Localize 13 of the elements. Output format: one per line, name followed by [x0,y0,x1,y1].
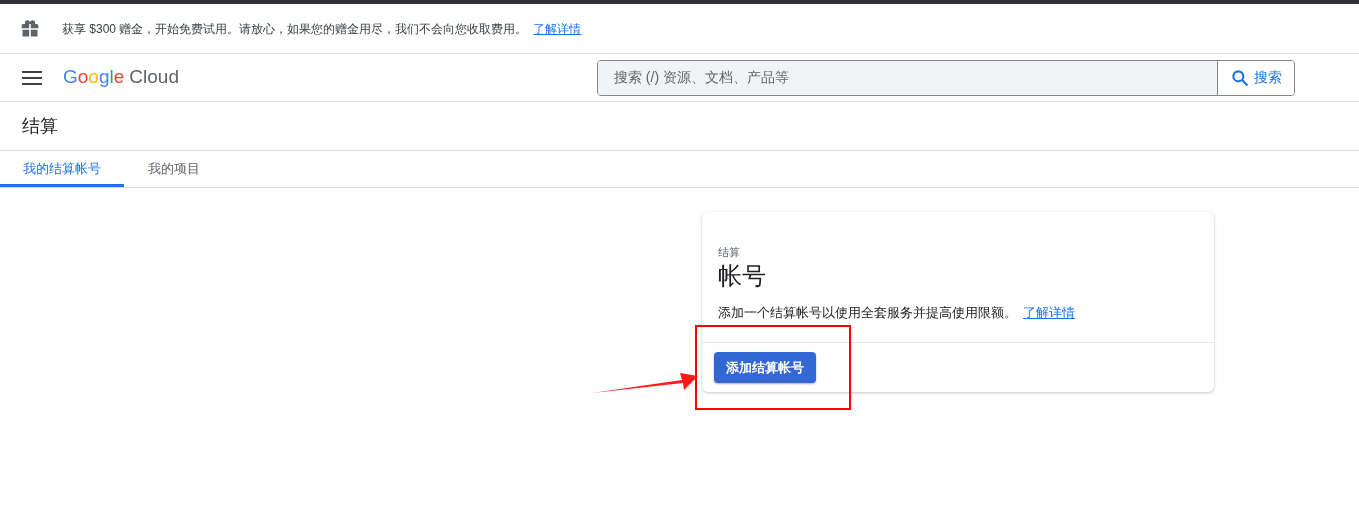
card-overline: 结算 [718,245,741,260]
gift-icon [20,18,40,39]
page-title: 结算 [22,114,58,138]
logo[interactable]: Google Cloud [63,63,179,92]
menu-icon[interactable] [22,70,42,85]
card-title: 帐号 [718,260,767,291]
tab[interactable]: 我的结算帐号 [0,151,124,187]
learn-more-link[interactable]: 了解详情 [1023,302,1075,322]
learn-more-link[interactable]: 了解详情 [533,19,582,38]
add-billing-account-button[interactable]: 添加结算帐号 [714,352,816,383]
card-description: 添加一个结算帐号以使用全套服务并提高使用限额。 [718,303,1017,322]
banner-text: 获享 $300 赠金，开始免费试用。请放心，如果您的赠金用尽，我们不会向您收取费用。 [62,20,528,38]
tab[interactable]: 我的项目 [124,151,224,187]
